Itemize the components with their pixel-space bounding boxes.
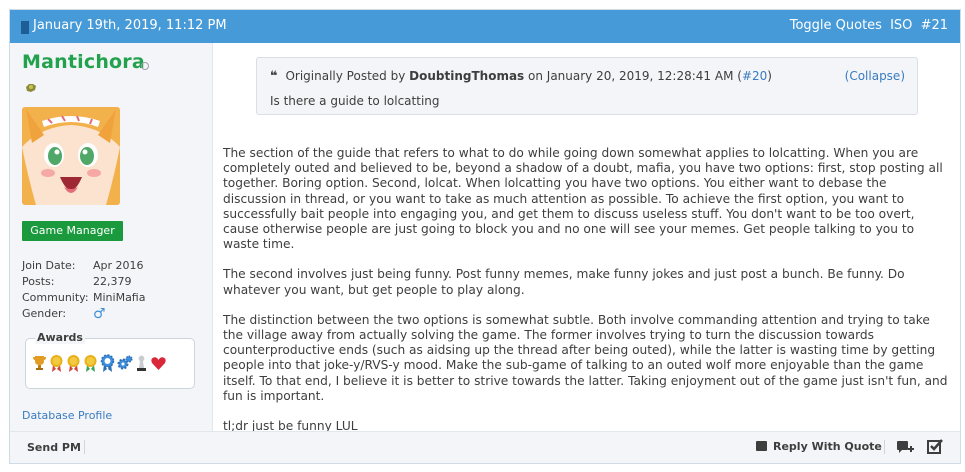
gold-medal-award-icon[interactable] [48,353,65,373]
chess-piece-award-icon[interactable] [133,353,150,373]
quote-close-paren: ) [767,69,772,83]
document-icon [21,21,29,34]
offline-status-icon [141,62,149,70]
community-value: MiniMafia [93,291,146,304]
avatar[interactable] [22,107,120,205]
rank-icon [26,84,36,92]
footer-divider [884,440,885,454]
join-date-label: Join Date: [22,259,76,272]
join-date-row: Join Date: Apr 2016 [22,259,202,275]
quote-header: ❝ Originally Posted by DoubtingThomas on… [270,69,772,84]
male-icon: ♂ [93,306,106,322]
user-info: Join Date: Apr 2016 Posts: 22,379 Commun… [22,259,202,323]
post-body: The section of the guide that refers to … [223,146,953,449]
posts-row: Posts: 22,379 [22,275,202,291]
gender-label: Gender: [22,307,67,320]
awards-label: Awards [35,331,85,344]
footer-divider [84,440,85,454]
blue-ribbon-award-icon[interactable] [99,353,116,373]
quote-icon: ❝ [270,69,278,84]
post-date: January 19th, 2019, 11:12 PM [33,18,227,33]
gender-row: Gender: ♂ [22,307,202,323]
post-footer: Send PM Reply With Quote [10,431,960,463]
reply-with-quote-button[interactable]: Reply With Quote [756,440,882,453]
post-number-link[interactable]: #21 [921,18,948,33]
quote-date: on January 20, 2019, 12:28:41 AM ( [528,69,742,83]
posts-label: Posts: [22,275,55,288]
post-header-actions: Toggle Quotes ISO #21 [790,18,948,33]
iso-link[interactable]: ISO [890,18,912,33]
usergroup-badge: Game Manager [22,221,123,241]
avatar-image [22,107,120,205]
awards-list [31,353,167,373]
quote-prefix: Originally Posted by [285,69,406,83]
quote-author: DoubtingThomas [409,69,525,83]
posts-value: 22,379 [93,275,132,288]
username-link[interactable]: Mantichora [22,51,145,73]
quote-text: Is there a guide to lolcatting [270,94,440,108]
toggle-quotes-link[interactable]: Toggle Quotes [790,18,882,33]
join-date-value: Apr 2016 [93,259,144,272]
awards-box: Awards [25,331,195,389]
community-row: Community: MiniMafia [22,291,202,307]
post-header: January 19th, 2019, 11:12 PM Toggle Quot… [10,10,960,43]
gold-medal-award-icon[interactable] [82,353,99,373]
quote-post-link[interactable]: #20 [742,69,767,83]
inline-mod-checkbox-icon[interactable] [927,438,943,454]
gears-award-icon[interactable] [116,353,133,373]
quote-block: ❝ Originally Posted by DoubtingThomas on… [256,57,918,115]
reply-quote-icon [756,441,767,451]
user-sidebar: Mantichora Game Manager Join Date: Apr 2… [10,43,213,431]
post-paragraph: The distinction between the two options … [223,312,948,403]
heart-award-icon[interactable] [150,353,167,373]
forum-post: January 19th, 2019, 11:12 PM Toggle Quot… [9,9,961,464]
database-profile-link[interactable]: Database Profile [22,409,112,422]
collapse-quote-link[interactable]: (Collapse) [845,69,905,83]
multi-quote-icon[interactable] [896,439,914,455]
trophy-award-icon[interactable] [31,353,48,373]
send-pm-button[interactable]: Send PM [27,441,81,454]
gold-medal-award-icon[interactable] [65,353,82,373]
reply-with-quote-label: Reply With Quote [773,440,882,453]
community-label: Community: [22,291,89,304]
post-paragraph: The second involves just being funny. Po… [223,267,905,297]
post-paragraph: The section of the guide that refers to … [223,146,943,252]
